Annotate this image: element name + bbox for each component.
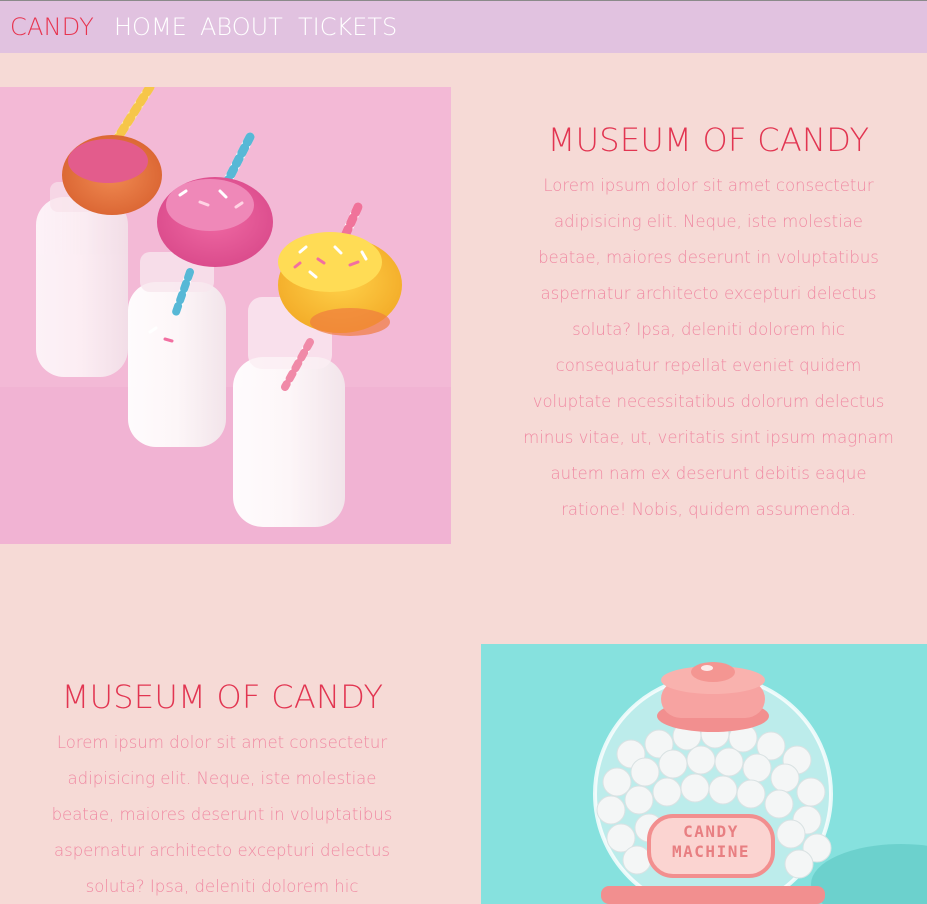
section-1-text: Lorem ipsum dolor sit amet consectetur a…: [523, 176, 894, 519]
candy-machine-label: CANDY MACHINE: [649, 822, 773, 862]
section-2-text: Lorem ipsum dolor sit amet consectetur a…: [51, 733, 393, 896]
section-2-title: MUSEUM OF CANDY: [61, 678, 384, 716]
candy-machine-label-line-1: CANDY: [683, 822, 739, 841]
donuts-milk-bottles-image: [0, 87, 451, 544]
section-1-title: MUSEUM OF CANDY: [547, 121, 870, 159]
candy-machine-image: CANDY MACHINE: [481, 644, 927, 904]
nav-link-home[interactable]: HOME: [114, 13, 187, 41]
nav-link-tickets[interactable]: TICKETS: [298, 13, 397, 41]
top-navbar: CANDY HOME ABOUT TICKETS: [0, 1, 927, 53]
brand-logo[interactable]: CANDY: [10, 13, 94, 41]
nav-link-about[interactable]: ABOUT: [200, 13, 283, 41]
candy-machine-label-line-2: MACHINE: [672, 842, 750, 861]
